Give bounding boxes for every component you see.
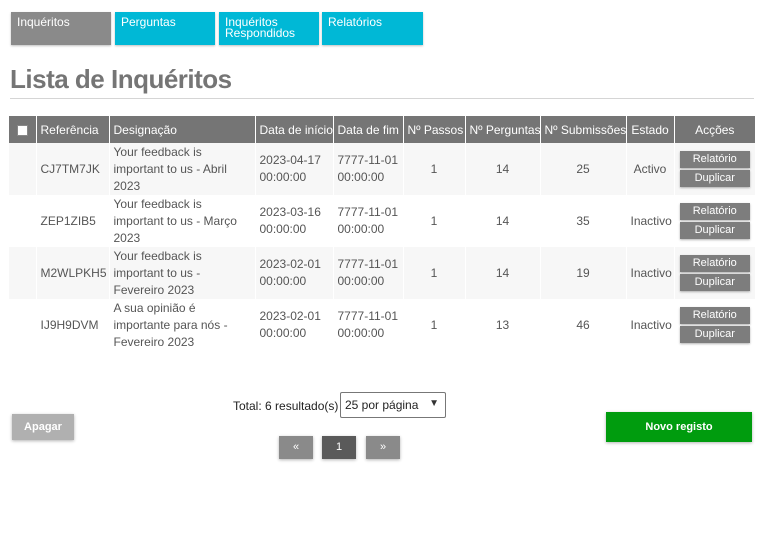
cell-data-inicio: 2023-03-16 00:00:00	[254, 195, 333, 247]
per-page-value: 25 por página	[345, 398, 419, 412]
report-button[interactable]: Relatório	[679, 307, 750, 324]
cell-perguntas: 14	[464, 247, 540, 299]
duplicate-button[interactable]: Duplicar	[679, 222, 750, 239]
cell-accoes: Relatório Duplicar	[673, 299, 755, 351]
tab-relatorios[interactable]: Relatórios	[322, 12, 423, 45]
tab-inqueritos-respondidos[interactable]: Inquéritos Respondidos	[219, 12, 319, 45]
cell-data-fim: 7777-11-01 00:00:00	[332, 195, 403, 247]
tab-inqueritos[interactable]: Inquéritos	[11, 12, 111, 45]
report-button[interactable]: Relatório	[679, 151, 750, 168]
cell-data-fim: 7777-11-01 00:00:00	[332, 143, 403, 195]
col-header-estado[interactable]: Estado	[625, 116, 674, 143]
cell-submissoes: 35	[539, 195, 626, 247]
cell-submissoes: 19	[539, 247, 626, 299]
cell-passos: 1	[402, 195, 465, 247]
report-button[interactable]: Relatório	[679, 255, 750, 272]
delete-button[interactable]: Apagar	[12, 414, 74, 440]
cell-accoes: Relatório Duplicar	[673, 195, 755, 247]
col-header-designacao[interactable]: Designação	[108, 116, 255, 143]
chevron-down-icon: ▼	[429, 398, 439, 409]
col-header-passos[interactable]: Nº Passos	[402, 116, 465, 143]
cell-passos: 1	[402, 143, 465, 195]
cell-referencia: IJ9H9DVM	[35, 299, 109, 351]
duplicate-button[interactable]: Duplicar	[679, 170, 750, 187]
cell-accoes: Relatório Duplicar	[673, 143, 755, 195]
table-row: ZEP1ZIB5 Your feedback is important to us…	[9, 195, 755, 247]
cell-referencia: M2WLPKH5	[35, 247, 109, 299]
table-header-row: Referência Designação Data de início Dat…	[9, 116, 755, 143]
total-results: Total: 6 resultado(s)	[233, 399, 339, 413]
title-divider	[10, 98, 754, 99]
cell-data-fim: 7777-11-01 00:00:00	[332, 247, 403, 299]
cell-submissoes: 46	[539, 299, 626, 351]
cell-referencia: ZEP1ZIB5	[35, 195, 109, 247]
status-badge: Inactivo	[625, 247, 674, 299]
duplicate-button[interactable]: Duplicar	[679, 274, 750, 291]
col-header-data-inicio[interactable]: Data de início	[254, 116, 333, 143]
row-select-cell	[9, 143, 36, 195]
pager-prev-button[interactable]: «	[279, 436, 313, 459]
cell-designacao: Your feedback is important to us - Março…	[108, 195, 255, 247]
cell-passos: 1	[402, 247, 465, 299]
pager-page-1[interactable]: 1	[322, 436, 356, 459]
tab-perguntas[interactable]: Perguntas	[115, 12, 215, 45]
cell-perguntas: 13	[464, 299, 540, 351]
pager-next-button[interactable]: »	[366, 436, 400, 459]
cell-perguntas: 14	[464, 195, 540, 247]
duplicate-button[interactable]: Duplicar	[679, 326, 750, 343]
col-header-accoes: Acções	[673, 116, 755, 143]
row-select-cell	[9, 299, 36, 351]
col-header-data-fim[interactable]: Data de fim	[332, 116, 403, 143]
page-title: Lista de Inquéritos	[10, 64, 232, 94]
table-row: M2WLPKH5 Your feedback is important to us…	[9, 247, 755, 299]
row-select-cell	[9, 247, 36, 299]
cell-referencia: CJ7TM7JK	[35, 143, 109, 195]
cell-passos: 1	[402, 299, 465, 351]
col-header-submissoes[interactable]: Nº Submissões	[539, 116, 626, 143]
cell-data-inicio: 2023-02-01 00:00:00	[254, 299, 333, 351]
status-badge: Inactivo	[625, 299, 674, 351]
cell-designacao: Your feedback is important to us - Abril…	[108, 143, 255, 195]
cell-accoes: Relatório Duplicar	[673, 247, 755, 299]
new-record-button[interactable]: Novo registo	[606, 412, 752, 442]
cell-submissoes: 25	[539, 143, 626, 195]
report-button[interactable]: Relatório	[679, 203, 750, 220]
cell-perguntas: 14	[464, 143, 540, 195]
col-header-referencia[interactable]: Referência	[35, 116, 109, 143]
surveys-table: Referência Designação Data de início Dat…	[9, 116, 755, 351]
cell-data-inicio: 2023-04-17 00:00:00	[254, 143, 333, 195]
status-badge: Activo	[625, 143, 674, 195]
col-header-perguntas[interactable]: Nº Perguntas	[464, 116, 540, 143]
row-select-cell	[9, 195, 36, 247]
status-badge: Inactivo	[625, 195, 674, 247]
cell-designacao: A sua opinião é importante para nós - Fe…	[108, 299, 255, 351]
select-all-checkbox[interactable]	[9, 116, 36, 143]
cell-data-inicio: 2023-02-01 00:00:00	[254, 247, 333, 299]
cell-designacao: Your feedback is important to us - Fever…	[108, 247, 255, 299]
table-row: CJ7TM7JK Your feedback is important to us…	[9, 143, 755, 195]
cell-data-fim: 7777-11-01 00:00:00	[332, 299, 403, 351]
per-page-select[interactable]: 25 por página ▼	[340, 392, 446, 418]
table-row: IJ9H9DVM A sua opinião é importante para …	[9, 299, 755, 351]
